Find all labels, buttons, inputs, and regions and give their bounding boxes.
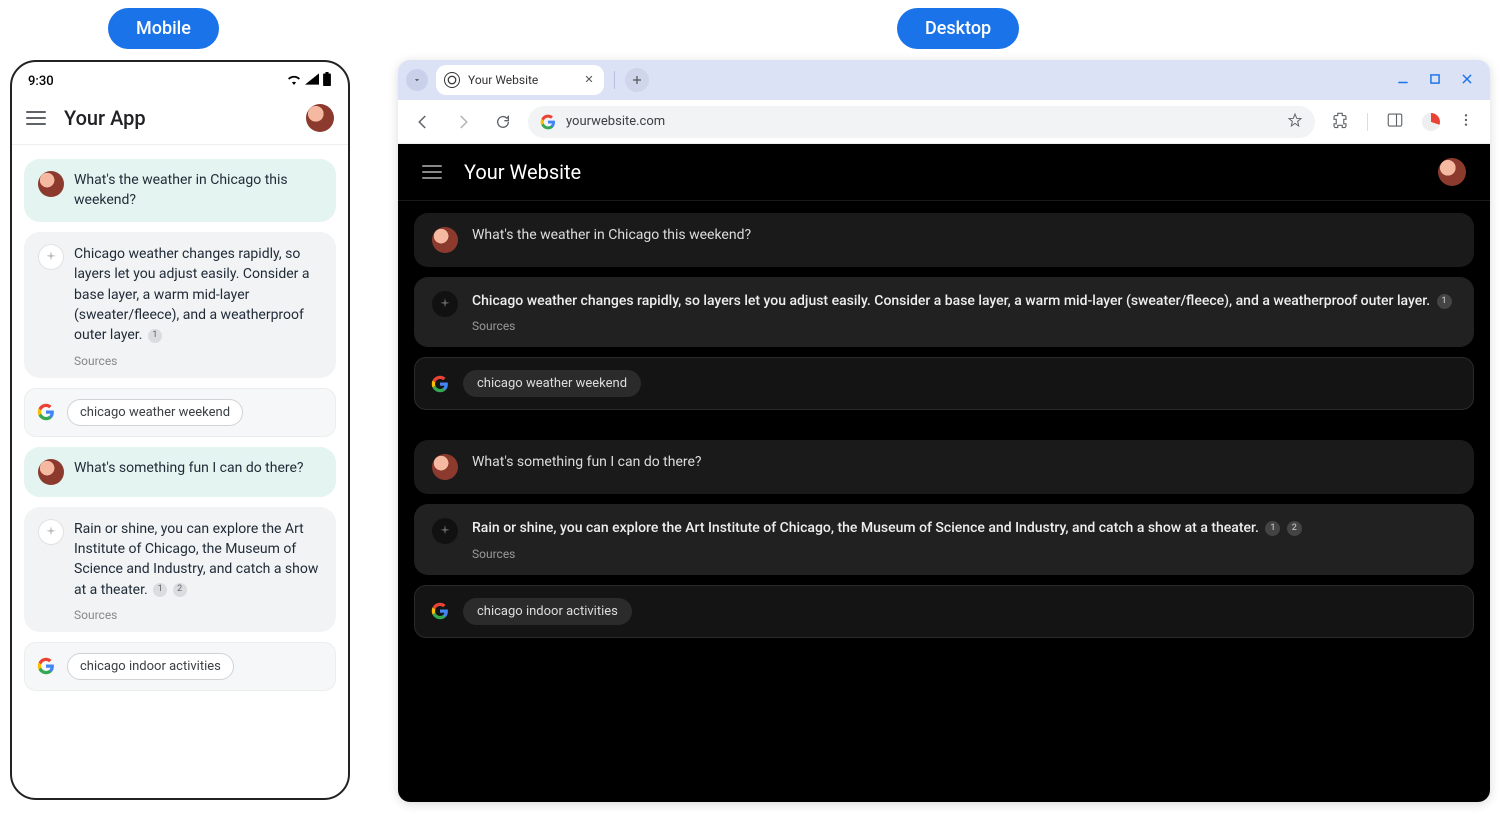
back-button[interactable] bbox=[408, 113, 438, 131]
close-tab-icon[interactable] bbox=[584, 73, 594, 87]
battery-icon bbox=[322, 72, 332, 90]
menu-icon[interactable] bbox=[26, 111, 46, 125]
user-message: What's something fun I can do there? bbox=[24, 447, 336, 497]
message-text: What's the weather in Chicago this weeke… bbox=[74, 171, 322, 210]
search-chip[interactable]: chicago weather weekend bbox=[67, 399, 243, 426]
sources-link[interactable]: Sources bbox=[472, 319, 1452, 333]
sparkle-icon bbox=[38, 244, 64, 270]
side-panel-icon[interactable] bbox=[1386, 111, 1404, 133]
user-message: What's something fun I can do there? bbox=[414, 440, 1474, 494]
message-text: Chicago weather changes rapidly, so laye… bbox=[74, 244, 322, 345]
mobile-appbar: Your App bbox=[12, 96, 348, 145]
mobile-status-bar: 9:30 bbox=[12, 62, 348, 96]
message-text: What's something fun I can do there? bbox=[472, 454, 702, 470]
sparkle-icon bbox=[38, 519, 64, 545]
bookmark-icon[interactable] bbox=[1287, 112, 1303, 132]
maximize-icon[interactable] bbox=[1428, 71, 1442, 90]
search-suggestion-card: chicago weather weekend bbox=[24, 388, 336, 437]
forward-button[interactable] bbox=[448, 113, 478, 131]
google-logo-icon bbox=[431, 375, 449, 393]
search-chip[interactable]: chicago indoor activities bbox=[463, 598, 632, 625]
user-avatar[interactable] bbox=[306, 104, 334, 132]
tab-title: Your Website bbox=[468, 73, 538, 87]
menu-icon[interactable] bbox=[422, 165, 442, 179]
ai-message: Rain or shine, you can explore the Art I… bbox=[24, 507, 336, 632]
citation-badge[interactable]: 2 bbox=[1287, 521, 1302, 536]
favicon-icon bbox=[444, 72, 460, 88]
more-menu-icon[interactable] bbox=[1458, 112, 1474, 132]
sources-link[interactable]: Sources bbox=[74, 608, 322, 622]
message-text: Rain or shine, you can explore the Art I… bbox=[74, 519, 322, 600]
desktop-browser-frame: Your Website yourwebsite.com bbox=[398, 60, 1490, 802]
desktop-label: Desktop bbox=[897, 8, 1019, 49]
sparkle-icon bbox=[432, 518, 458, 544]
minimize-icon[interactable] bbox=[1396, 71, 1410, 90]
browser-toolbar: yourwebsite.com bbox=[398, 100, 1490, 144]
status-time: 9:30 bbox=[28, 74, 54, 89]
search-suggestion-card: chicago indoor activities bbox=[414, 585, 1474, 638]
address-bar[interactable]: yourwebsite.com bbox=[528, 106, 1315, 138]
mobile-frame: 9:30 Your App What's the weather in Chic… bbox=[10, 60, 350, 800]
avatar bbox=[38, 171, 64, 197]
desktop-conversation: What's the weather in Chicago this weeke… bbox=[398, 201, 1490, 650]
browser-tab[interactable]: Your Website bbox=[436, 65, 604, 95]
user-message: What's the weather in Chicago this weeke… bbox=[414, 213, 1474, 267]
message-text: What's the weather in Chicago this weeke… bbox=[472, 227, 751, 243]
ai-message: Rain or shine, you can explore the Art I… bbox=[414, 504, 1474, 574]
google-logo-icon bbox=[431, 602, 449, 620]
url-text: yourwebsite.com bbox=[566, 114, 665, 129]
citation-badge[interactable]: 1 bbox=[153, 583, 167, 597]
reload-button[interactable] bbox=[488, 114, 518, 130]
app-title: Your App bbox=[64, 106, 146, 130]
desktop-label-text: Desktop bbox=[925, 18, 991, 39]
search-chip[interactable]: chicago weather weekend bbox=[463, 370, 641, 397]
extensions-icon[interactable] bbox=[1331, 111, 1349, 133]
mobile-label: Mobile bbox=[108, 8, 219, 49]
google-logo-icon bbox=[37, 657, 55, 675]
google-logo-icon bbox=[37, 403, 55, 421]
message-text: Chicago weather changes rapidly, so laye… bbox=[472, 291, 1452, 311]
sources-link[interactable]: Sources bbox=[74, 354, 322, 368]
sources-link[interactable]: Sources bbox=[472, 547, 1302, 561]
site-appbar: Your Website bbox=[398, 144, 1490, 201]
mobile-label-text: Mobile bbox=[136, 18, 191, 39]
new-tab-button[interactable] bbox=[625, 68, 649, 92]
user-avatar[interactable] bbox=[1438, 158, 1466, 186]
browser-tabstrip: Your Website bbox=[398, 60, 1490, 100]
site-info-icon[interactable] bbox=[540, 114, 556, 130]
tab-search-button[interactable] bbox=[406, 69, 428, 91]
message-text: Rain or shine, you can explore the Art I… bbox=[472, 518, 1302, 538]
message-text: What's something fun I can do there? bbox=[74, 459, 304, 479]
search-chip[interactable]: chicago indoor activities bbox=[67, 653, 234, 680]
cell-signal-icon bbox=[305, 73, 319, 89]
avatar bbox=[432, 454, 458, 480]
mobile-conversation: What's the weather in Chicago this weeke… bbox=[12, 145, 348, 705]
close-window-icon[interactable] bbox=[1460, 71, 1474, 90]
citation-badge[interactable]: 2 bbox=[173, 583, 187, 597]
sparkle-icon bbox=[432, 291, 458, 317]
citation-badge[interactable]: 1 bbox=[1437, 294, 1452, 309]
citation-badge[interactable]: 1 bbox=[1265, 521, 1280, 536]
search-suggestion-card: chicago indoor activities bbox=[24, 642, 336, 691]
profile-icon[interactable] bbox=[1422, 113, 1440, 131]
site-title: Your Website bbox=[464, 160, 581, 184]
site-content: Your Website What's the weather in Chica… bbox=[398, 144, 1490, 802]
avatar bbox=[432, 227, 458, 253]
citation-badge[interactable]: 1 bbox=[148, 329, 162, 343]
wifi-icon bbox=[286, 73, 302, 89]
ai-message: Chicago weather changes rapidly, so laye… bbox=[24, 232, 336, 377]
search-suggestion-card: chicago weather weekend bbox=[414, 357, 1474, 410]
user-message: What's the weather in Chicago this weeke… bbox=[24, 159, 336, 222]
ai-message: Chicago weather changes rapidly, so laye… bbox=[414, 277, 1474, 347]
avatar bbox=[38, 459, 64, 485]
